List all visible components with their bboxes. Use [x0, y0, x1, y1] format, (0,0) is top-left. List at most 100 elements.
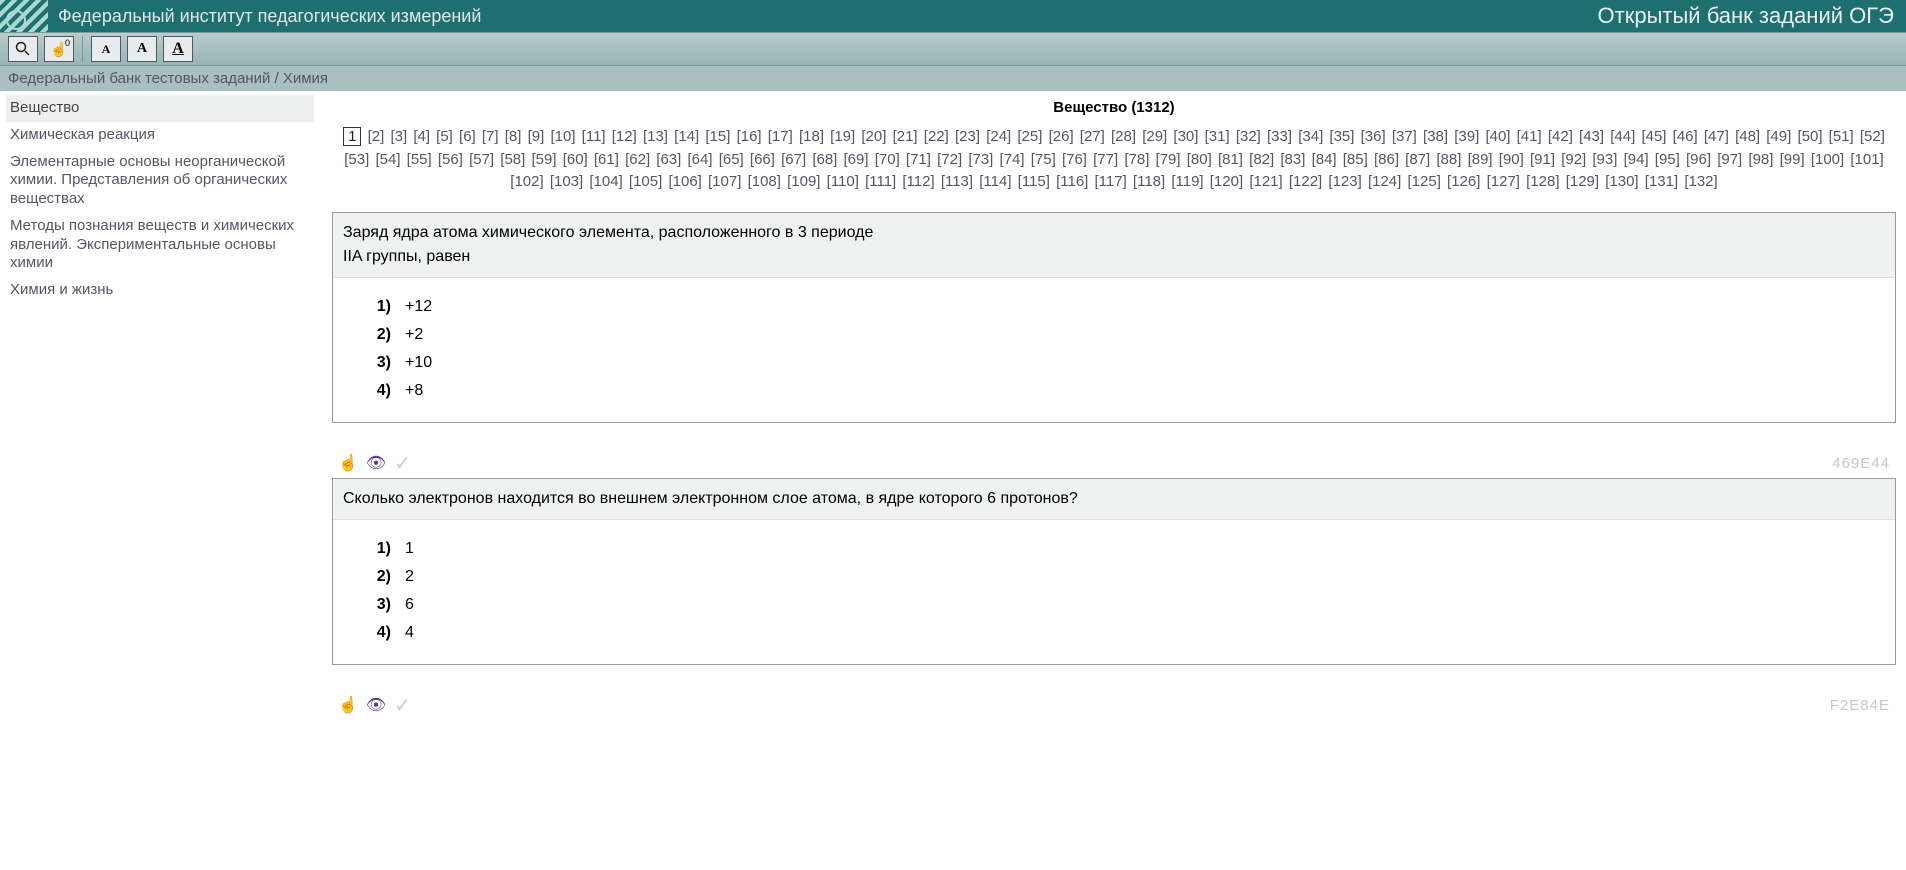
page-link[interactable]: [16]: [737, 128, 762, 145]
view-button[interactable]: 👁: [366, 453, 386, 473]
page-link[interactable]: [97]: [1717, 151, 1742, 168]
page-link[interactable]: [83]: [1280, 151, 1305, 168]
page-link[interactable]: [37]: [1392, 128, 1417, 145]
page-link[interactable]: [110]: [827, 173, 859, 190]
page-link[interactable]: [56]: [438, 151, 463, 168]
page-link[interactable]: [77]: [1093, 151, 1118, 168]
page-link[interactable]: [87]: [1405, 151, 1430, 168]
page-link[interactable]: [123]: [1328, 173, 1361, 190]
check-button[interactable]: ✓: [394, 693, 411, 718]
page-link[interactable]: [98]: [1748, 151, 1773, 168]
page-link[interactable]: [131]: [1645, 173, 1678, 190]
page-link[interactable]: [124]: [1368, 173, 1401, 190]
page-link[interactable]: [26]: [1049, 128, 1074, 145]
answer-row[interactable]: 3)+10: [363, 354, 1865, 372]
font-size-large-button[interactable]: A: [163, 36, 193, 62]
page-link[interactable]: [47]: [1704, 128, 1729, 145]
page-link[interactable]: [108]: [748, 173, 781, 190]
page-link[interactable]: [57]: [469, 151, 494, 168]
sidebar-item[interactable]: Методы познания веществ и химических явл…: [6, 213, 314, 277]
page-link[interactable]: [60]: [563, 151, 588, 168]
page-link[interactable]: [4]: [413, 128, 430, 145]
page-link[interactable]: [85]: [1343, 151, 1368, 168]
page-link[interactable]: [21]: [893, 128, 918, 145]
page-link[interactable]: [69]: [844, 151, 869, 168]
page-link[interactable]: [91]: [1530, 151, 1555, 168]
page-link[interactable]: [94]: [1624, 151, 1649, 168]
sidebar-item[interactable]: Элементарные основы неорганической химии…: [6, 149, 314, 213]
page-link[interactable]: [53]: [344, 151, 369, 168]
page-link[interactable]: [20]: [861, 128, 886, 145]
page-link[interactable]: [99]: [1780, 151, 1805, 168]
page-link[interactable]: [71]: [906, 151, 931, 168]
page-link[interactable]: [30]: [1173, 128, 1198, 145]
page-link[interactable]: [6]: [459, 128, 476, 145]
page-link[interactable]: [122]: [1289, 173, 1322, 190]
page-link[interactable]: [128]: [1526, 173, 1559, 190]
sidebar-item[interactable]: Химическая реакция: [6, 122, 314, 149]
page-link[interactable]: [74]: [1000, 151, 1025, 168]
page-link[interactable]: [119]: [1171, 173, 1203, 190]
page-link[interactable]: [86]: [1374, 151, 1399, 168]
page-link[interactable]: [41]: [1517, 128, 1542, 145]
page-link[interactable]: [22]: [924, 128, 949, 145]
page-link[interactable]: [126]: [1447, 173, 1480, 190]
page-link[interactable]: [88]: [1436, 151, 1461, 168]
page-link[interactable]: [115]: [1018, 173, 1050, 190]
page-link[interactable]: [52]: [1860, 128, 1885, 145]
page-link[interactable]: [90]: [1499, 151, 1524, 168]
add-favorite-button[interactable]: ☝: [338, 453, 358, 473]
page-link[interactable]: [54]: [375, 151, 400, 168]
page-link[interactable]: [33]: [1267, 128, 1292, 145]
page-link[interactable]: [121]: [1249, 173, 1282, 190]
favorites-button[interactable]: ☝ 0: [44, 36, 74, 62]
page-link[interactable]: [78]: [1124, 151, 1149, 168]
page-link[interactable]: [13]: [643, 128, 668, 145]
page-link[interactable]: [92]: [1561, 151, 1586, 168]
page-link[interactable]: [73]: [968, 151, 993, 168]
page-link[interactable]: [2]: [368, 128, 385, 145]
page-link[interactable]: [18]: [799, 128, 824, 145]
page-link[interactable]: [104]: [589, 173, 622, 190]
page-link[interactable]: [117]: [1095, 173, 1127, 190]
page-link[interactable]: [50]: [1797, 128, 1822, 145]
page-link[interactable]: [39]: [1454, 128, 1479, 145]
add-favorite-button[interactable]: ☝: [338, 695, 358, 715]
page-link[interactable]: [89]: [1468, 151, 1493, 168]
app-logo[interactable]: [0, 0, 48, 32]
page-link[interactable]: [102]: [510, 173, 543, 190]
page-link[interactable]: [93]: [1592, 151, 1617, 168]
page-link[interactable]: [48]: [1735, 128, 1760, 145]
page-link[interactable]: [105]: [629, 173, 662, 190]
page-link[interactable]: [68]: [812, 151, 837, 168]
page-link[interactable]: [100]: [1811, 151, 1844, 168]
font-size-medium-button[interactable]: A: [127, 36, 157, 62]
page-link[interactable]: [70]: [875, 151, 900, 168]
page-link[interactable]: [59]: [531, 151, 556, 168]
page-link[interactable]: [17]: [768, 128, 793, 145]
sidebar-item[interactable]: Вещество: [6, 95, 314, 122]
page-link[interactable]: [34]: [1298, 128, 1323, 145]
sidebar-item[interactable]: Химия и жизнь: [6, 277, 314, 304]
page-link[interactable]: [125]: [1408, 173, 1441, 190]
page-link[interactable]: [55]: [407, 151, 432, 168]
page-link[interactable]: [32]: [1236, 128, 1261, 145]
page-link[interactable]: [101]: [1850, 151, 1883, 168]
page-link[interactable]: [63]: [656, 151, 681, 168]
page-link[interactable]: [84]: [1312, 151, 1337, 168]
page-link[interactable]: [49]: [1766, 128, 1791, 145]
page-link[interactable]: [62]: [625, 151, 650, 168]
page-link[interactable]: [31]: [1205, 128, 1230, 145]
page-link[interactable]: [66]: [750, 151, 775, 168]
page-link[interactable]: [23]: [955, 128, 980, 145]
page-link[interactable]: [28]: [1111, 128, 1136, 145]
page-link[interactable]: [45]: [1641, 128, 1666, 145]
page-link[interactable]: [75]: [1031, 151, 1056, 168]
answer-row[interactable]: 2)2: [363, 568, 1865, 586]
page-link[interactable]: [95]: [1655, 151, 1680, 168]
page-link[interactable]: [81]: [1218, 151, 1243, 168]
search-button[interactable]: [8, 36, 38, 62]
page-link[interactable]: [46]: [1673, 128, 1698, 145]
answer-row[interactable]: 3)6: [363, 596, 1865, 614]
page-link[interactable]: [114]: [979, 173, 1011, 190]
